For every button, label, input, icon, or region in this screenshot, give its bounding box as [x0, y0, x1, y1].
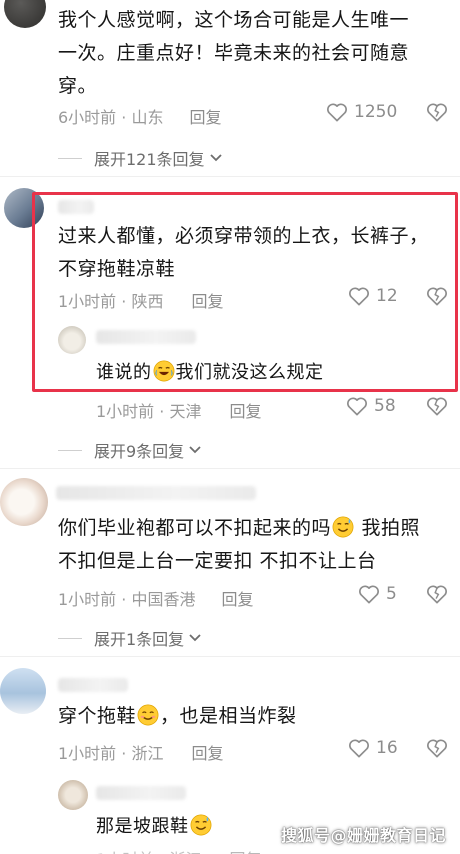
- like-count: 5: [386, 584, 397, 604]
- comment-line-text: 我拍照: [355, 517, 421, 539]
- chevron-down-icon: [189, 634, 201, 642]
- sweat-emoji: [332, 516, 354, 538]
- comment-line-text: 你们毕业袍都可以不扣起来的吗: [58, 517, 332, 539]
- reply-button[interactable]: 回复: [189, 104, 221, 128]
- reply-text-before: 那是坡跟鞋: [96, 816, 189, 837]
- dislike-button[interactable]: [426, 396, 448, 420]
- dislike-button[interactable]: [426, 102, 448, 126]
- like-button[interactable]: 5: [358, 584, 397, 604]
- heart-outline-icon: [327, 103, 347, 122]
- like-button[interactable]: 1250: [326, 102, 397, 122]
- like-count: 58: [374, 396, 396, 416]
- comment-time-location: 6小时前 · 山东: [58, 108, 164, 127]
- comment-line: 不扣但是上台一定要扣 不扣不让上台: [58, 550, 377, 572]
- username-blurred[interactable]: [58, 678, 128, 692]
- chevron-down-icon: [189, 446, 201, 454]
- smiling-emoji: [137, 704, 159, 726]
- comment-text-before: 穿个拖鞋: [58, 705, 137, 727]
- watermark: 搜狐号@姗姗教育日记: [280, 826, 446, 845]
- broken-heart-icon: [427, 397, 447, 416]
- sweat-emoji: [190, 814, 211, 836]
- divider-line: [58, 637, 82, 639]
- comment-text-after: ，也是相当炸裂: [160, 705, 297, 727]
- username-blurred[interactable]: [96, 786, 186, 800]
- comment-text: 你们毕业袍都可以不扣起来的吗 我拍照 不扣但是上台一定要扣 不扣不让上台: [58, 512, 453, 578]
- like-count: 1250: [354, 102, 398, 122]
- expand-replies-label: 展开1条回复: [94, 630, 185, 649]
- avatar[interactable]: [0, 668, 46, 714]
- broken-heart-icon: [427, 739, 447, 758]
- reply-button[interactable]: 回复: [221, 586, 253, 610]
- dislike-button[interactable]: [426, 584, 448, 608]
- reply-button[interactable]: 回复: [191, 740, 223, 764]
- dislike-button[interactable]: [426, 738, 448, 762]
- username-blurred[interactable]: [56, 486, 256, 500]
- broken-heart-icon: [427, 585, 447, 604]
- expand-replies-button[interactable]: 展开121条回复: [58, 146, 223, 170]
- like-count: 16: [376, 738, 398, 758]
- divider: [0, 176, 460, 177]
- comment-text: 穿个拖鞋 ，也是相当炸裂: [58, 700, 453, 733]
- comment-meta: 1小时前 · 浙江 回复: [96, 846, 261, 854]
- broken-heart-icon: [427, 103, 447, 122]
- divider-line: [58, 449, 82, 451]
- comment-line: 一次。庄重点好！毕竟未来的社会可随意: [58, 42, 410, 64]
- expand-replies-label: 展开121条回复: [94, 150, 205, 169]
- comment-time-location: 1小时前 · 中国香港: [58, 590, 196, 609]
- comment-meta: 1小时前 · 浙江 回复: [58, 740, 223, 764]
- comment-meta: 1小时前 · 天津 回复: [96, 398, 261, 422]
- avatar[interactable]: [0, 478, 48, 526]
- comment-line: 我个人感觉啊，这个场合可能是人生唯一: [58, 9, 410, 31]
- heart-outline-icon: [359, 585, 379, 604]
- comment-line: 你们毕业袍都可以不扣起来的吗 我拍照: [58, 512, 453, 545]
- divider: [0, 656, 460, 657]
- comment-text: 我个人感觉啊，这个场合可能是人生唯一 一次。庄重点好！毕竟未来的社会可随意 穿。: [58, 4, 448, 103]
- comment-time-location: 1小时前 · 浙江: [58, 744, 164, 763]
- comment-time-location: 1小时前 · 浙江: [96, 846, 201, 854]
- comment-meta: 6小时前 · 山东 回复: [58, 104, 221, 128]
- expand-replies-label: 展开9条回复: [94, 442, 185, 461]
- expand-replies-button[interactable]: 展开9条回复: [58, 438, 202, 462]
- highlight-box: [32, 192, 458, 392]
- avatar[interactable]: [4, 0, 46, 28]
- divider: [0, 468, 460, 469]
- comment-meta: 1小时前 · 中国香港 回复: [58, 586, 253, 610]
- heart-outline-icon: [347, 397, 367, 416]
- reply-avatar[interactable]: [58, 780, 88, 810]
- reply-button[interactable]: 回复: [229, 846, 261, 854]
- chevron-down-icon: [209, 154, 222, 162]
- heart-outline-icon: [349, 739, 369, 758]
- reply-button[interactable]: 回复: [229, 398, 261, 422]
- comment-time-location: 1小时前 · 天津: [96, 402, 202, 421]
- divider-line: [58, 157, 82, 159]
- comment-line: 穿。: [58, 75, 98, 97]
- like-button[interactable]: 16: [348, 738, 398, 758]
- expand-replies-button[interactable]: 展开1条回复: [58, 626, 202, 650]
- like-button[interactable]: 58: [346, 396, 396, 416]
